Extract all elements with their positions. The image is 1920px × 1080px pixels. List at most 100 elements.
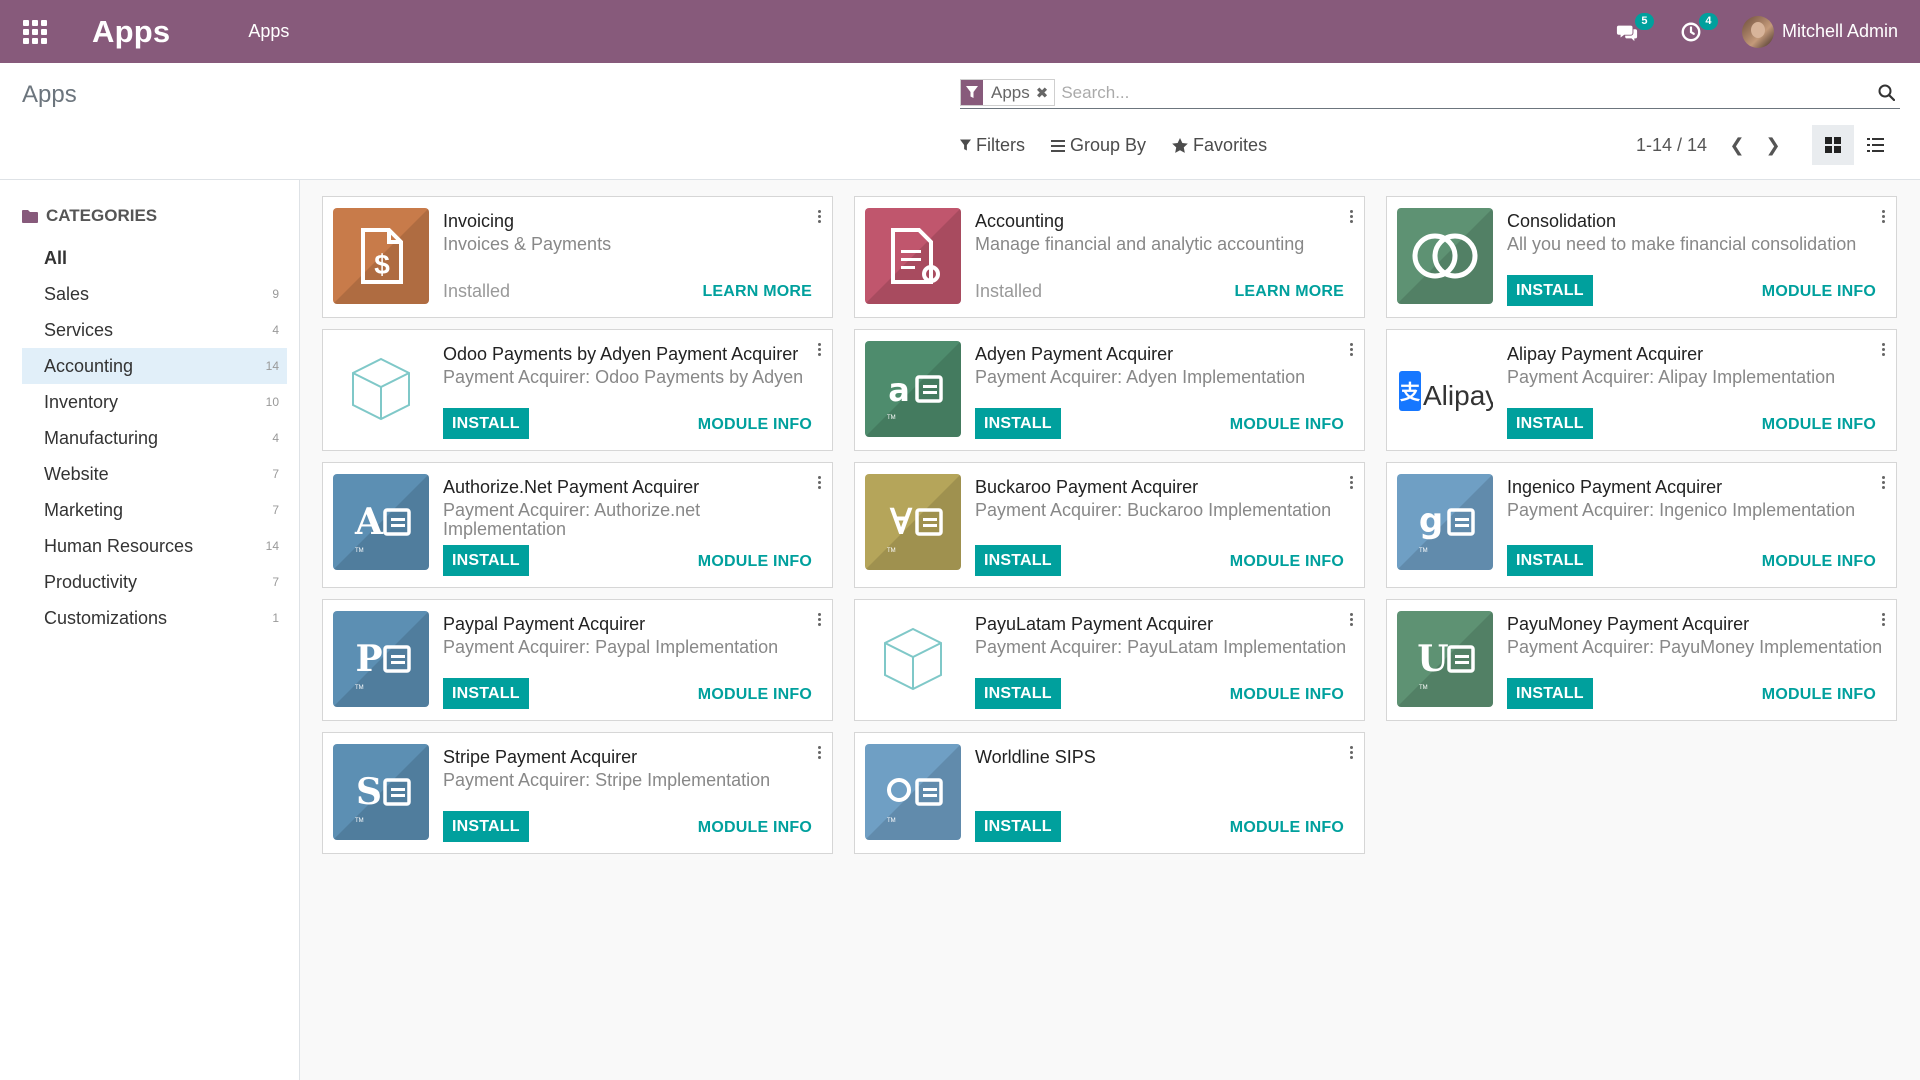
pager: 1-14 / 14 ❮ ❯ bbox=[1636, 135, 1791, 156]
card-menu-icon[interactable] bbox=[816, 745, 822, 761]
install-button[interactable]: INSTALL bbox=[1507, 408, 1593, 439]
module-info-link[interactable]: MODULE INFO bbox=[698, 553, 812, 571]
facet-remove-icon[interactable]: ✖ bbox=[1036, 84, 1055, 102]
app-card[interactable]: Odoo Payments by Adyen Payment Acquirer P… bbox=[322, 329, 833, 451]
sidebar-item-manufacturing[interactable]: Manufacturing 4 bbox=[22, 420, 287, 456]
app-card[interactable]: $ Invoicing Invoices & Payments Installed LE… bbox=[322, 196, 833, 318]
sidebar-item-accounting[interactable]: Accounting 14 bbox=[22, 348, 287, 384]
app-card[interactable]: TM Worldline SIPS INSTALL MODULE INFO bbox=[854, 732, 1365, 854]
menu-item-apps[interactable]: Apps bbox=[248, 21, 289, 42]
sidebar-item-customizations[interactable]: Customizations 1 bbox=[22, 600, 287, 636]
install-button[interactable]: INSTALL bbox=[443, 545, 529, 576]
module-info-link[interactable]: MODULE INFO bbox=[1762, 686, 1876, 704]
card-menu-icon[interactable] bbox=[816, 342, 822, 358]
card-menu-icon[interactable] bbox=[1880, 209, 1886, 225]
sidebar-item-services[interactable]: Services 4 bbox=[22, 312, 287, 348]
list-view-button[interactable] bbox=[1854, 125, 1896, 165]
module-info-link[interactable]: MODULE INFO bbox=[698, 416, 812, 434]
svg-text:TM: TM bbox=[887, 548, 896, 554]
card-menu-icon[interactable] bbox=[1348, 209, 1354, 225]
sidebar-item-marketing[interactable]: Marketing 7 bbox=[22, 492, 287, 528]
install-button[interactable]: INSTALL bbox=[443, 678, 529, 709]
install-button[interactable]: INSTALL bbox=[1507, 275, 1593, 306]
card-menu-icon[interactable] bbox=[1348, 745, 1354, 761]
module-info-link[interactable]: MODULE INFO bbox=[1230, 416, 1344, 434]
module-info-link[interactable]: MODULE INFO bbox=[698, 819, 812, 837]
pager-next-icon[interactable]: ❯ bbox=[1755, 135, 1791, 156]
favorites-button[interactable]: Favorites bbox=[1172, 135, 1267, 156]
filter-icon bbox=[960, 139, 971, 151]
install-button[interactable]: INSTALL bbox=[975, 545, 1061, 576]
install-button[interactable]: INSTALL bbox=[1507, 678, 1593, 709]
card-menu-icon[interactable] bbox=[1348, 475, 1354, 491]
app-card[interactable]: PayuLatam Payment Acquirer Payment Acquir… bbox=[854, 599, 1365, 721]
facet-label: Apps bbox=[991, 82, 1030, 102]
messaging-menu[interactable]: 5 bbox=[1614, 12, 1654, 45]
card-menu-icon[interactable] bbox=[1880, 612, 1886, 628]
module-info-link[interactable]: MODULE INFO bbox=[1230, 819, 1344, 837]
app-summary: Payment Acquirer: Odoo Payments by Adyen bbox=[443, 367, 804, 387]
card-menu-icon[interactable] bbox=[816, 475, 822, 491]
svg-text:TM: TM bbox=[355, 818, 364, 824]
install-button[interactable]: INSTALL bbox=[975, 678, 1061, 709]
list-icon bbox=[1866, 138, 1884, 152]
app-title: PayuLatam Payment Acquirer bbox=[975, 614, 1214, 634]
sidebar-item-count: 9 bbox=[272, 287, 279, 301]
card-menu-icon[interactable] bbox=[1348, 342, 1354, 358]
learn-more-link[interactable]: LEARN MORE bbox=[1234, 283, 1344, 301]
card-menu-icon[interactable] bbox=[816, 612, 822, 628]
pager-value[interactable]: 1-14 / 14 bbox=[1636, 135, 1707, 156]
pager-previous-icon[interactable]: ❮ bbox=[1719, 135, 1755, 156]
search-input[interactable] bbox=[1061, 78, 1872, 107]
card-menu-icon[interactable] bbox=[816, 209, 822, 225]
app-card[interactable]: A TM Authorize.Net Payment Acquirer Payment… bbox=[322, 462, 833, 588]
authorize-icon: A TM bbox=[333, 474, 429, 570]
sidebar-item-human-resources[interactable]: Human Resources 14 bbox=[22, 528, 287, 564]
module-info-link[interactable]: MODULE INFO bbox=[1762, 553, 1876, 571]
svg-text:U: U bbox=[1417, 638, 1448, 680]
learn-more-link[interactable]: LEARN MORE bbox=[702, 283, 812, 301]
module-info-link[interactable]: MODULE INFO bbox=[1762, 416, 1876, 434]
app-card[interactable]: a TM Adyen Payment Acquirer Payment Acquire… bbox=[854, 329, 1365, 451]
sidebar-item-website[interactable]: Website 7 bbox=[22, 456, 287, 492]
install-button[interactable]: INSTALL bbox=[443, 408, 529, 439]
buckaroo-icon: ∀ TM bbox=[865, 474, 961, 570]
app-summary: All you need to make financial consolida… bbox=[1507, 234, 1857, 254]
sidebar-item-productivity[interactable]: Productivity 7 bbox=[22, 564, 287, 600]
app-title: Ingenico Payment Acquirer bbox=[1507, 477, 1723, 497]
app-card[interactable]: g TM Ingenico Payment Acquirer Payment Acqu… bbox=[1386, 462, 1897, 588]
app-card[interactable]: S TM Stripe Payment Acquirer Payment Acquir… bbox=[322, 732, 833, 854]
sidebar-item-count: 10 bbox=[265, 395, 279, 409]
card-menu-icon[interactable] bbox=[1348, 612, 1354, 628]
user-menu[interactable]: Mitchell Admin bbox=[1741, 15, 1898, 48]
install-button[interactable]: INSTALL bbox=[443, 811, 529, 842]
filters-button[interactable]: Filters bbox=[960, 135, 1025, 156]
app-card[interactable]: 支 Alipay Alipay Payment Acquirer Payment Ac… bbox=[1386, 329, 1897, 451]
svg-text:g: g bbox=[1419, 501, 1443, 541]
groupby-button[interactable]: Group By bbox=[1051, 135, 1146, 156]
app-card[interactable]: U TM PayuMoney Payment Acquirer Payment Acq… bbox=[1386, 599, 1897, 721]
install-button[interactable]: INSTALL bbox=[975, 408, 1061, 439]
app-card[interactable]: ∀ TM Buckaroo Payment Acquirer Payment Acqu… bbox=[854, 462, 1365, 588]
app-title: Accounting bbox=[975, 211, 1065, 231]
sidebar-item-all[interactable]: All bbox=[22, 240, 287, 276]
module-info-link[interactable]: MODULE INFO bbox=[1230, 553, 1344, 571]
search-icon[interactable] bbox=[1872, 79, 1900, 107]
app-card[interactable]: P TM Paypal Payment Acquirer Payment Acquir… bbox=[322, 599, 833, 721]
card-menu-icon[interactable] bbox=[1880, 475, 1886, 491]
sidebar-item-count: 7 bbox=[272, 467, 279, 481]
card-menu-icon[interactable] bbox=[1880, 342, 1886, 358]
install-button[interactable]: INSTALL bbox=[975, 811, 1061, 842]
module-info-link[interactable]: MODULE INFO bbox=[1762, 283, 1876, 301]
sidebar-item-inventory[interactable]: Inventory 10 bbox=[22, 384, 287, 420]
sidebar-item-sales[interactable]: Sales 9 bbox=[22, 276, 287, 312]
activities-menu[interactable]: 4 bbox=[1678, 12, 1718, 45]
sidebar-item-label: Manufacturing bbox=[44, 427, 159, 448]
install-button[interactable]: INSTALL bbox=[1507, 545, 1593, 576]
app-card[interactable]: Consolidation All you need to make financ… bbox=[1386, 196, 1897, 318]
module-info-link[interactable]: MODULE INFO bbox=[1230, 686, 1344, 704]
module-info-link[interactable]: MODULE INFO bbox=[698, 686, 812, 704]
app-card[interactable]: Accounting Manage financial and analytic … bbox=[854, 196, 1365, 318]
app-switcher-icon[interactable] bbox=[0, 0, 70, 63]
kanban-view-button[interactable] bbox=[1812, 125, 1854, 165]
